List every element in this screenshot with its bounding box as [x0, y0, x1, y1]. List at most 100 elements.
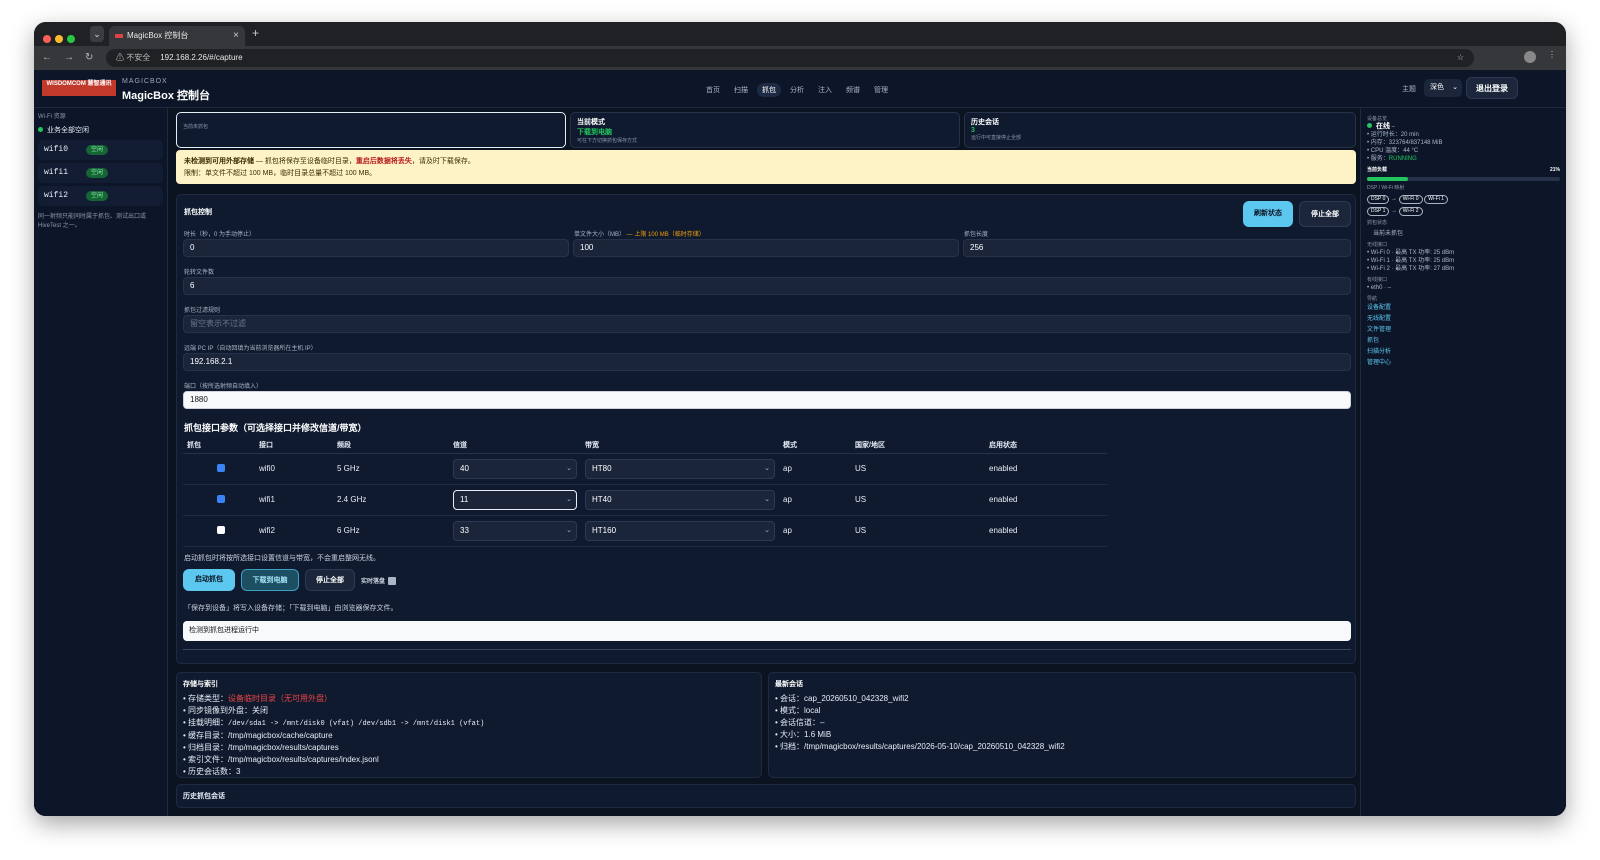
col-spacer — [1107, 437, 1353, 453]
link-capture[interactable]: 抓包 — [1367, 336, 1560, 347]
rotate-input[interactable]: 6 — [183, 277, 1351, 295]
row-checkbox-cell — [183, 515, 259, 547]
col-mode: 模式 — [783, 437, 855, 454]
tab-search-icon[interactable]: ⌄ — [90, 26, 104, 42]
bw-value: HT80 — [592, 463, 612, 473]
security-warning[interactable]: ⚠ 不安全 — [116, 53, 150, 62]
browser-tab[interactable]: MagicBox 控制台 × — [109, 26, 245, 46]
nav-spectrum[interactable]: 频谱 — [846, 85, 860, 95]
forward-icon[interactable]: → — [64, 52, 74, 63]
reload-icon[interactable]: ↻ — [85, 52, 93, 63]
capture-state-text: 当前未抓包 — [183, 124, 209, 130]
filesize-limit-hint: — 上限 100 MB（临时存储） — [625, 232, 705, 238]
download-to-pc-button[interactable]: 下载到电脑 — [241, 569, 299, 591]
left-sidebar: Wi-Fi 资源 业务全部空闲 wifi0 空闲 wifi1 空闲 wifi2 空闲 … — [34, 108, 168, 816]
wifi1-channel-select[interactable]: 11 ⌄ — [453, 489, 577, 510]
nav-home[interactable]: 首页 — [706, 85, 720, 95]
country-cell: US — [855, 484, 989, 516]
wifi2-bandwidth-select[interactable]: HT160 ⌄ — [585, 520, 775, 541]
list-item: 模式：local — [775, 705, 1349, 717]
banner-text1: — 抓包将保存至设备临时目录， — [254, 158, 356, 165]
bw-cell: HT160 ⌄ — [585, 515, 783, 547]
chevron-down-icon: ⌄ — [764, 526, 770, 534]
nav-analysis[interactable]: 分析 — [790, 85, 804, 95]
chevron-down-icon: ⌄ — [566, 464, 572, 472]
iface-section-title: 抓包接口参数（可选择接口并修改信道/带宽） — [184, 423, 367, 433]
realtime-checkbox[interactable] — [388, 577, 397, 586]
nav-admin[interactable]: 管理 — [874, 85, 888, 95]
wifi2-channel-select[interactable]: 33 ⌄ — [453, 520, 577, 541]
status-badge: 空闲 — [86, 191, 109, 201]
wifi0-channel-select[interactable]: 40 ⌄ — [453, 458, 577, 479]
wifi0-bandwidth-select[interactable]: HT80 ⌄ — [585, 458, 775, 479]
list-item: 归档：/tmp/magicbox/results/captures/2026-0… — [775, 741, 1349, 753]
close-window-button[interactable] — [43, 35, 51, 43]
stop-all-button[interactable]: 停止全部 — [305, 569, 355, 591]
channel-cell: 11 ⌄ — [453, 484, 585, 516]
stop-all-top-button[interactable]: 停止全部 — [1299, 201, 1351, 227]
banner-line-2: 限制：单文件不超过 100 MB，临时目录总量不超过 100 MB。 — [184, 170, 377, 177]
refresh-status-button[interactable]: 刷新状态 — [1243, 201, 1293, 227]
snaplen-input[interactable]: 256 — [963, 239, 1351, 257]
brand-subtitle: MAGICBOX — [122, 78, 168, 85]
history-card-value: 3 — [971, 127, 975, 134]
wifi0-capture-checkbox[interactable] — [217, 463, 225, 472]
nav-inject[interactable]: 注入 — [818, 85, 832, 95]
wifi1-bandwidth-select[interactable]: HT40 ⌄ — [585, 489, 775, 510]
history-sessions-panel: 历史抓包会话 — [176, 784, 1356, 808]
link-device-config[interactable]: 设备配置 — [1367, 303, 1560, 314]
new-tab-icon[interactable]: + — [252, 26, 259, 40]
back-icon[interactable]: ← — [42, 52, 52, 63]
snaplen-label: 抓包长度 — [964, 232, 989, 238]
arrow-right-icon: → — [1391, 196, 1398, 202]
remote-ip-label: 远端 PC IP（自动回填为当前浏览器所在主机 IP） — [184, 346, 317, 352]
wifi1-capture-checkbox[interactable] — [217, 494, 225, 503]
banner-bold: 未检测到可用外部存储 — [184, 158, 254, 165]
link-file-manager[interactable]: 文件管理 — [1367, 325, 1560, 336]
maximize-window-button[interactable] — [67, 35, 75, 43]
remote-ip-input[interactable]: 192.168.2.1 — [183, 353, 1351, 371]
filesize-input[interactable]: 100 — [573, 239, 959, 257]
storage-type-label: 存储类型： — [188, 694, 229, 703]
col-channel: 信道 — [453, 437, 585, 454]
nav-capture[interactable]: 抓包 — [757, 83, 781, 97]
capture-status-output: 检测到抓包进程运行中 — [183, 621, 1351, 641]
minimize-window-button[interactable] — [55, 35, 63, 43]
spacer-cell — [1107, 453, 1353, 484]
dsp0-chip: DSP 0 — [1367, 195, 1390, 204]
filter-input[interactable]: 留空表示不过滤 — [183, 315, 1351, 333]
col-capture: 抓包 — [183, 437, 259, 454]
url-input[interactable]: ⚠ 不安全 192.168.2.26/#/capture ☆ — [106, 49, 1474, 67]
link-scan-analysis[interactable]: 扫描分析 — [1367, 347, 1560, 358]
chevron-down-icon: ⌄ — [764, 464, 770, 472]
browser-menu-icon[interactable]: ⋮ — [1548, 50, 1556, 59]
load-row: 当前负载 21% — [1367, 166, 1560, 174]
nav-scan[interactable]: 扫描 — [734, 85, 748, 95]
duration-input[interactable]: 0 — [183, 239, 569, 257]
iface-cell: wifi1 — [259, 484, 337, 516]
theme-select[interactable]: 深色 ⌄ — [1424, 79, 1462, 97]
link-admin-center[interactable]: 管理中心 — [1367, 358, 1560, 369]
logout-button[interactable]: 退出登录 — [1466, 77, 1518, 99]
port-input[interactable]: 1880 — [183, 391, 1351, 409]
row-checkbox-cell — [183, 453, 259, 485]
sidebar-item-wifi1[interactable]: wifi1 空闲 — [38, 163, 163, 183]
favicon-icon — [115, 34, 123, 38]
main-content: 当前未抓包 当前模式 下载到电脑 可在下方切换抓包保存方式 历史会话 3 运行中… — [174, 108, 1356, 816]
profile-avatar[interactable] — [1524, 51, 1536, 63]
load-bar-fill — [1367, 177, 1408, 181]
start-capture-button[interactable]: 启动抓包 — [183, 569, 235, 591]
sidebar-item-wifi2[interactable]: wifi2 空闲 — [38, 186, 163, 206]
realtime-toggle[interactable]: 实时落盘 — [361, 576, 397, 586]
band-cell: 5 GHz — [337, 453, 453, 485]
sidebar-item-wifi0[interactable]: wifi0 空闲 — [38, 140, 163, 160]
wifi2-capture-checkbox[interactable] — [217, 525, 225, 534]
history-card-sub: 运行中可直接停止全部 — [971, 135, 1022, 141]
bookmark-star-icon[interactable]: ☆ — [1457, 49, 1464, 67]
iface-table-header: 抓包 接口 频段 信道 带宽 模式 国家/地区 启用状态 — [183, 437, 1353, 454]
link-wireless-config[interactable]: 无线配置 — [1367, 314, 1560, 325]
table-row: wifi2 6 GHz 33 ⌄ HT160 ⌄ ap US enabled — [183, 515, 1353, 547]
close-tab-icon[interactable]: × — [233, 26, 239, 46]
list-item: 存储类型：设备临时目录（无可用外盘） — [183, 693, 755, 705]
storage-list: 存储类型：设备临时目录（无可用外盘） 同步镜像到外盘：关闭 挂载明细：/dev/… — [183, 693, 755, 778]
